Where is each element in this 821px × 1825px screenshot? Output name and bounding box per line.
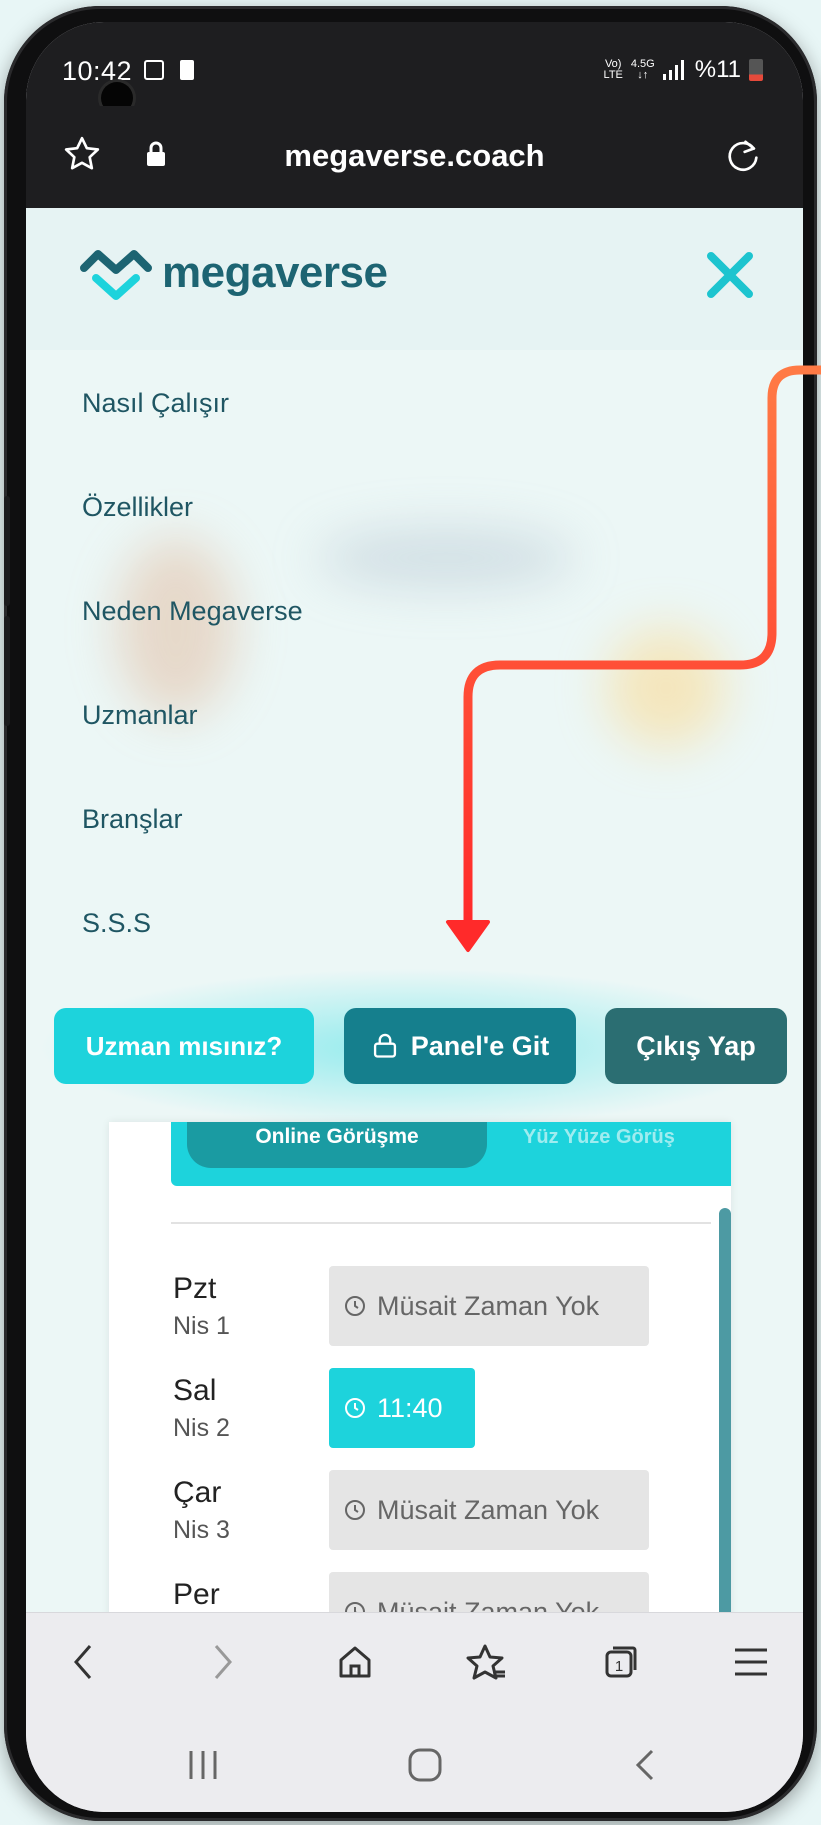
divider (171, 1222, 711, 1224)
go-to-panel-button[interactable]: Panel'e Git (344, 1008, 576, 1084)
background-blur (316, 528, 576, 588)
day-name: Per (173, 1578, 220, 1611)
menu-item-branches[interactable]: Branşlar (82, 804, 183, 835)
svg-text:1: 1 (615, 1658, 623, 1675)
menu-item-features[interactable]: Özellikler (82, 492, 193, 523)
clock-icon (345, 1602, 365, 1612)
time-slot-available[interactable]: 11:40 (329, 1368, 475, 1448)
background-blur (606, 628, 726, 748)
web-content: megaverse Nasıl Çalışır Özellikler Neden… (26, 208, 803, 1612)
network-speed-indicator: 4.5G ↓↑ (630, 58, 655, 81)
phone-screen: 10:42 Vo) LTE 4.5G ↓↑ %11 megaverse.coac… (26, 22, 803, 1812)
day-date: Nis 3 (173, 1516, 230, 1544)
clock-icon (345, 1296, 365, 1316)
go-to-panel-label: Panel'e Git (410, 1030, 550, 1061)
slot-label: Müsait Zaman Yok (377, 1596, 600, 1613)
day-name: Sal (173, 1374, 217, 1407)
bookmarks-icon[interactable] (460, 1635, 514, 1689)
back-icon[interactable] (56, 1635, 110, 1689)
megaverse-logo-icon (80, 250, 152, 300)
day-name: Pzt (173, 1272, 217, 1305)
menu-item-how-it-works[interactable]: Nasıl Çalışır (82, 388, 229, 419)
browser-bottom-nav: 1 (26, 1612, 803, 1710)
day-date: Nis 1 (173, 1312, 230, 1340)
status-bar: 10:42 Vo) LTE 4.5G ↓↑ %11 (26, 22, 803, 106)
site-logo[interactable]: megaverse (80, 244, 388, 302)
system-nav-bar (26, 1710, 803, 1812)
alert-notification-icon (180, 60, 194, 80)
gallery-notification-icon (144, 60, 164, 80)
lock-icon (373, 1033, 396, 1058)
menu-item-why-megaverse[interactable]: Neden Megaverse (82, 596, 303, 627)
scrollbar[interactable] (719, 1208, 731, 1612)
day-row-monday: Pzt Nis 1 (173, 1272, 230, 1341)
url-text[interactable]: megaverse.coach (26, 138, 803, 174)
day-name: Çar (173, 1476, 222, 1509)
forward-icon[interactable] (196, 1635, 250, 1689)
phone-frame: 10:42 Vo) LTE 4.5G ↓↑ %11 megaverse.coac… (4, 6, 817, 1821)
home-button-icon[interactable] (398, 1738, 452, 1792)
day-date: Nis 2 (173, 1414, 230, 1442)
site-header: megaverse (26, 208, 803, 350)
time-slot: Müsait Zaman Yok (329, 1470, 649, 1550)
system-back-icon[interactable] (618, 1738, 672, 1792)
background-blur (116, 538, 236, 718)
time-slot: Müsait Zaman Yok (329, 1572, 649, 1612)
clock-icon (345, 1398, 365, 1418)
slot-label: Müsait Zaman Yok (377, 1290, 600, 1321)
volume-up-button (4, 496, 10, 606)
status-indicators: Vo) LTE 4.5G ↓↑ %11 (604, 56, 763, 84)
menu-item-faq[interactable]: S.S.S (82, 908, 151, 939)
time-slot: Müsait Zaman Yok (329, 1266, 649, 1346)
slot-label: Müsait Zaman Yok (377, 1494, 600, 1525)
menu-item-experts[interactable]: Uzmanlar (82, 700, 198, 731)
logout-button[interactable]: Çıkış Yap (605, 1008, 787, 1084)
recents-icon[interactable] (176, 1738, 230, 1792)
clock-icon (345, 1500, 365, 1520)
battery-text: %11 (694, 56, 741, 83)
slot-label: 11:40 (377, 1392, 443, 1423)
day-row-tuesday: Sal Nis 2 (173, 1374, 230, 1443)
home-icon[interactable] (328, 1635, 382, 1689)
signal-icon (662, 60, 684, 80)
day-row-thursday: Per (173, 1578, 220, 1612)
menu-icon[interactable] (724, 1635, 778, 1689)
close-menu-icon[interactable] (705, 250, 755, 300)
tabs-icon[interactable]: 1 (594, 1635, 648, 1689)
logo-text: megaverse (162, 248, 388, 297)
volume-down-button (4, 616, 10, 726)
are-you-expert-button[interactable]: Uzman mısınız? (54, 1008, 314, 1084)
browser-url-bar: megaverse.coach (26, 106, 803, 208)
volte-indicator: Vo) LTE (603, 58, 623, 81)
day-row-wednesday: Çar Nis 3 (173, 1476, 230, 1545)
tab-online-meeting[interactable]: Online Görüşme (187, 1122, 487, 1168)
battery-icon (749, 59, 763, 81)
reload-icon[interactable] (723, 136, 763, 176)
schedule-card: Online Görüşme Yüz Yüze Görüş Pzt Nis 1 … (109, 1122, 731, 1612)
tab-face-to-face[interactable]: Yüz Yüze Görüş (523, 1122, 675, 1152)
meeting-type-tabs: Online Görüşme Yüz Yüze Görüş (171, 1122, 731, 1186)
